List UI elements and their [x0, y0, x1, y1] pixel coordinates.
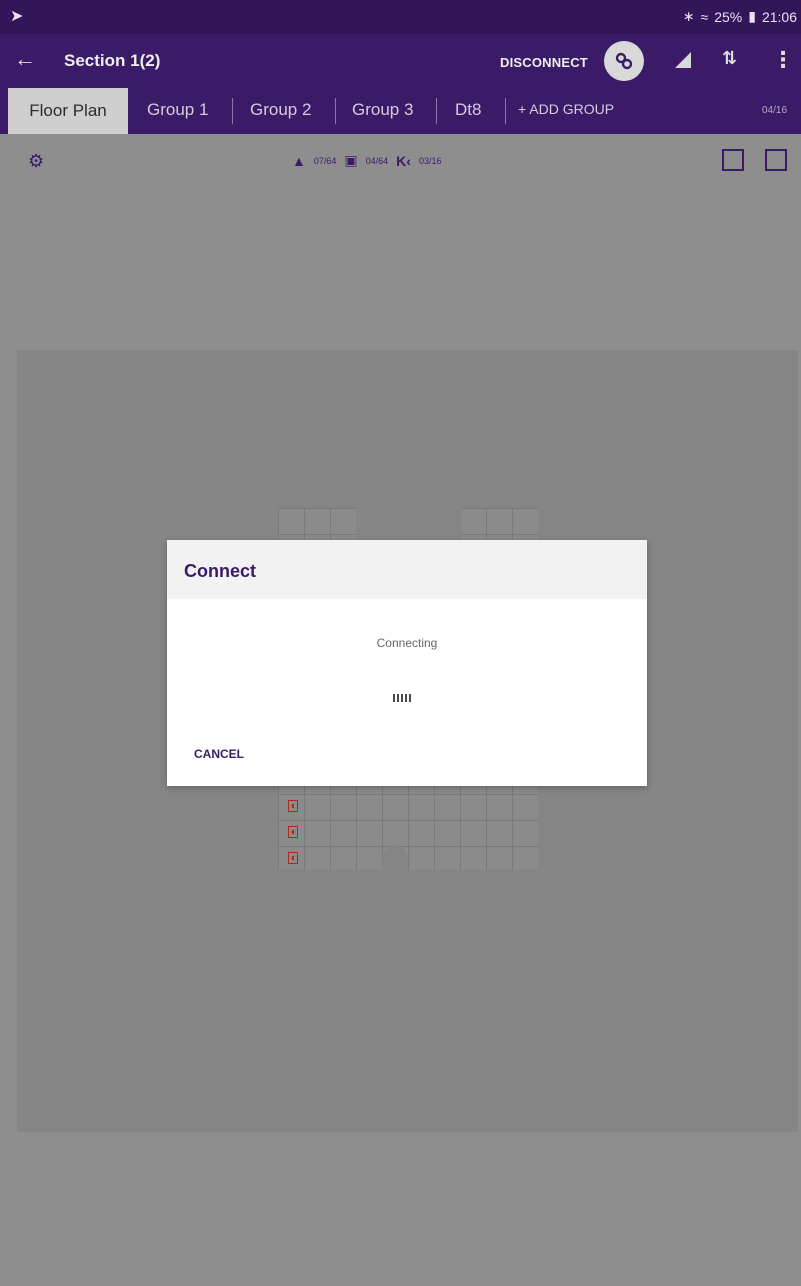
add-group-button[interactable]: + ADD GROUP — [518, 101, 614, 117]
dialog-message: Connecting — [376, 636, 438, 650]
group-count: 04/16 — [762, 105, 788, 116]
loader-bar — [393, 694, 395, 702]
clock: 21:06 — [761, 8, 797, 25]
tab-divider — [436, 98, 437, 124]
link-icon — [615, 52, 633, 70]
device-marker[interactable] — [288, 826, 298, 838]
device-marker[interactable] — [288, 800, 298, 812]
device-count: 04/64 — [365, 155, 389, 166]
dialog-title: Connect — [184, 561, 256, 581]
gear-icon[interactable]: ⚙ — [28, 151, 44, 172]
tab-divider — [335, 98, 336, 124]
page-title: Section 1(2) — [64, 51, 161, 70]
dialog-header: Connect — [167, 540, 647, 599]
loader-bar — [397, 694, 399, 702]
arrow-left-icon[interactable]: ← — [14, 48, 36, 70]
more-vert-icon[interactable]: ⋮ — [772, 47, 794, 73]
battery-icon: ▮ — [748, 8, 756, 24]
floorplan-toolbar: ⚙ ▲ 07/64 ▣ 04/64 K‹ 03/16 — [0, 134, 801, 190]
tab-dt8[interactable]: Dt8 — [455, 100, 481, 120]
edit-box-icon[interactable] — [765, 149, 787, 171]
loader-bar — [405, 694, 407, 702]
status-icons: ∗ ≈ 25% ▮ 21:06 — [683, 8, 797, 25]
app-bar: ← Section 1(2) DISCONNECT ⇅ ⋮ — [0, 34, 801, 88]
tab-floor-plan[interactable]: Floor Plan — [8, 88, 128, 134]
tab-divider — [232, 98, 233, 124]
link-button[interactable] — [604, 41, 644, 81]
device-stats: ▲ 07/64 ▣ 04/64 K‹ 03/16 — [292, 152, 441, 169]
device-box-icon: ▣ — [344, 152, 358, 168]
tab-group-2[interactable]: Group 2 — [250, 100, 311, 120]
status-bar: ➤ ∗ ≈ 25% ▮ 21:06 — [0, 0, 801, 34]
tab-divider — [505, 98, 506, 124]
wifi-icon: ≈ — [700, 8, 709, 25]
tab-group-1[interactable]: Group 1 — [147, 100, 208, 120]
loader-bar — [401, 694, 403, 702]
battery-percent: 25% — [714, 8, 743, 25]
loader-bar — [409, 694, 411, 702]
device-marker[interactable] — [288, 852, 298, 864]
fit-screen-icon[interactable] — [722, 149, 744, 171]
light-count: 07/64 — [313, 155, 337, 166]
floor-plan-notch — [382, 846, 408, 872]
loading-indicator — [393, 694, 411, 702]
cancel-button[interactable]: CANCEL — [194, 747, 244, 761]
tab-bar: Floor Plan Group 1 Group 2 Group 3 Dt8 +… — [0, 88, 801, 134]
tab-group-3[interactable]: Group 3 — [352, 100, 413, 120]
disconnect-button[interactable]: DISCONNECT — [500, 55, 588, 70]
connect-dialog: Connect Connecting CANCEL — [167, 540, 647, 786]
sort-icon[interactable]: ⇅ — [722, 48, 737, 69]
ceiling-light-icon: ▲ — [292, 152, 306, 169]
sensor-count: 03/16 — [418, 155, 442, 166]
signal-icon — [675, 52, 691, 68]
send-icon: ➤ — [10, 8, 24, 25]
sensor-icon: K‹ — [396, 152, 411, 169]
bluetooth-icon: ∗ — [682, 8, 695, 24]
floor-plan-cutout — [356, 508, 462, 540]
